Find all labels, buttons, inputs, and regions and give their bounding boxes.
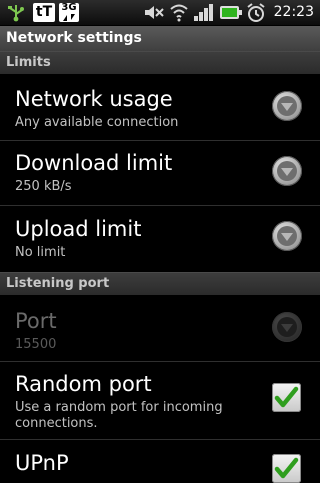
pref-summary: Use a random port for incoming connectio… — [15, 400, 223, 431]
pref-network-usage[interactable]: Network usage Any available connection — [0, 74, 320, 140]
category-limits: Limits — [0, 51, 320, 74]
pref-random-port[interactable]: Random port Use a random port for incomi… — [0, 362, 320, 439]
pref-upload-limit[interactable]: Upload limit No limit — [0, 206, 320, 272]
pref-upnp[interactable]: UPnP — [0, 440, 320, 483]
alarm-icon — [247, 3, 265, 22]
pref-download-limit[interactable]: Download limit 250 kB/s — [0, 141, 320, 205]
chevron-down-icon — [277, 161, 297, 181]
usb-debug-icon — [8, 5, 24, 22]
dropdown-button[interactable] — [272, 91, 302, 121]
title-bar: Network settings — [0, 26, 320, 52]
dropdown-button[interactable] — [272, 221, 302, 251]
pref-summary: 15500 — [15, 337, 57, 352]
dropdown-button — [272, 312, 302, 342]
pref-title: Network usage — [15, 87, 173, 111]
pref-port: Port 15500 — [0, 295, 320, 361]
sound-muted-icon — [145, 6, 164, 19]
category-label: Listening port — [6, 276, 110, 291]
pref-summary: Any available connection — [15, 115, 179, 130]
pref-title: Download limit — [15, 151, 173, 175]
category-listening-port: Listening port — [0, 272, 320, 295]
checkmark-icon — [274, 386, 299, 408]
dropdown-button[interactable] — [272, 156, 302, 186]
chevron-down-icon — [277, 317, 297, 337]
text-app-icon: tT — [33, 3, 55, 22]
page-title: Network settings — [6, 30, 142, 46]
chevron-down-icon — [277, 96, 297, 116]
random-port-checkbox[interactable] — [272, 383, 301, 412]
data-activity-icon — [63, 14, 75, 21]
pref-title: Random port — [15, 372, 152, 396]
wifi-icon — [170, 4, 188, 22]
pref-summary: 250 kB/s — [15, 179, 72, 194]
3g-signal-icon: 3G — [59, 3, 79, 22]
chevron-down-icon — [277, 226, 297, 246]
category-label: Limits — [6, 55, 51, 70]
pref-title: Port — [15, 309, 57, 333]
clock: 22:23 — [273, 4, 314, 20]
pref-title: UPnP — [15, 451, 69, 475]
pref-summary: No limit — [15, 245, 66, 260]
network-type-label: 3G — [61, 2, 77, 13]
checkmark-icon — [274, 457, 299, 479]
signal-bars-icon — [194, 4, 213, 21]
battery-icon — [220, 6, 242, 19]
upnp-checkbox[interactable] — [272, 454, 301, 483]
pref-title: Upload limit — [15, 217, 142, 241]
status-bar: tT 3G 22:23 — [0, 0, 320, 26]
